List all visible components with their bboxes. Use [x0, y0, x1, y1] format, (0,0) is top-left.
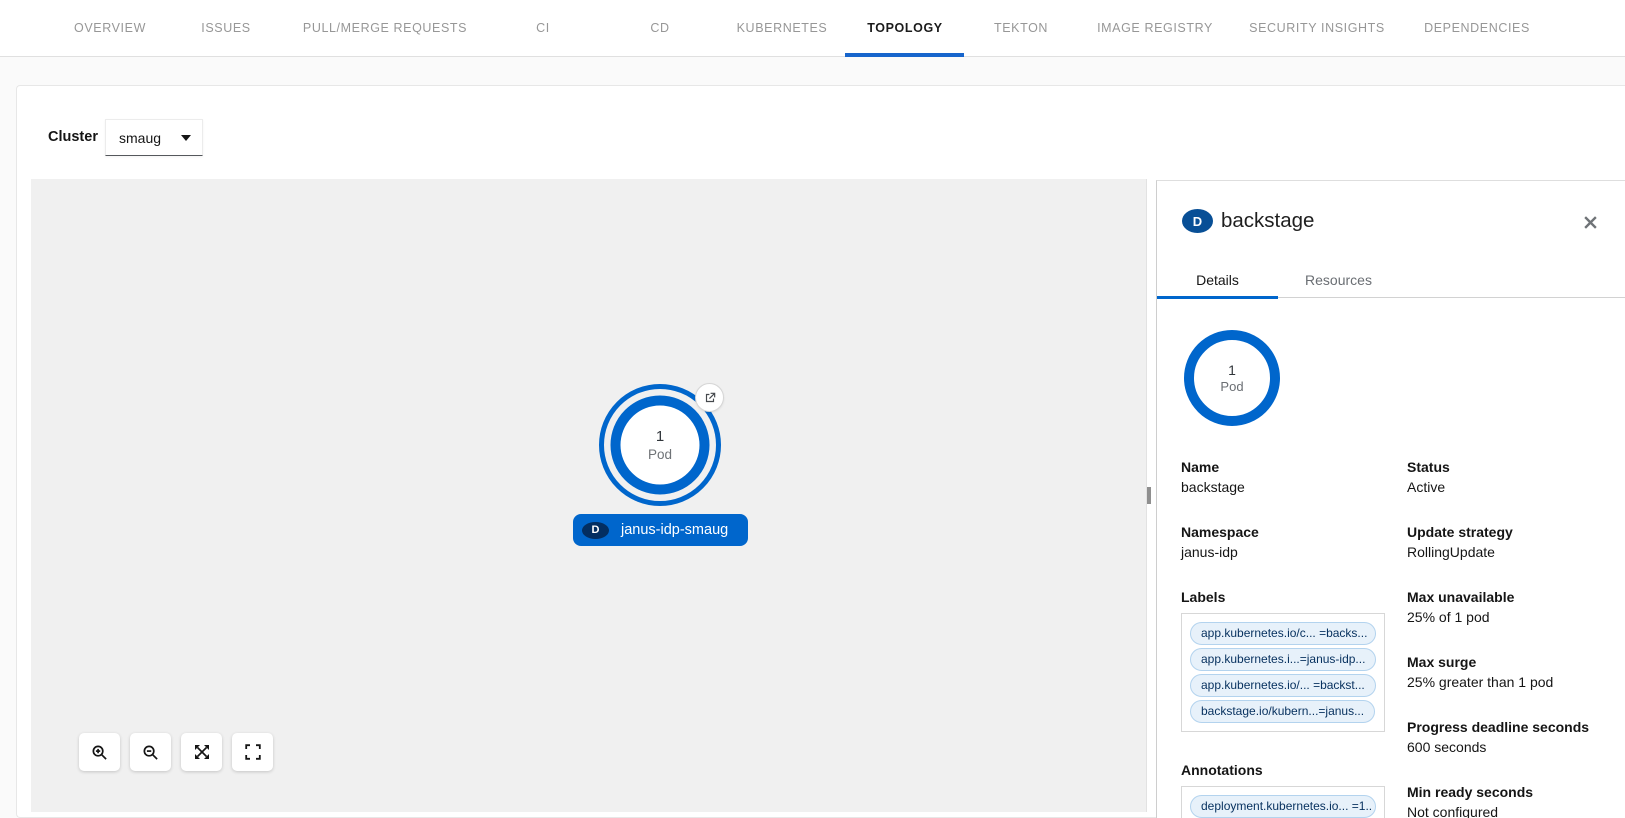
annotations-box: deployment.kubernetes.io... =1..	[1181, 786, 1385, 818]
pod-count: 1	[1228, 362, 1236, 379]
topology-control-bar	[79, 733, 273, 771]
field-value: 25% greater than 1 pod	[1407, 672, 1623, 692]
topology-page: OVERVIEW ISSUES PULL/MERGE REQUESTS CI C…	[0, 0, 1625, 818]
pod-unit: Pod	[1220, 379, 1243, 395]
field-label: Min ready seconds	[1407, 782, 1623, 802]
field-label: Namespace	[1181, 522, 1393, 542]
field-progress-deadline: Progress deadline seconds 600 seconds	[1407, 717, 1623, 757]
field-value: 25% of 1 pod	[1407, 607, 1623, 627]
active-tab-indicator	[845, 53, 964, 57]
field-value: janus-idp	[1181, 542, 1393, 562]
field-max-unavailable: Max unavailable 25% of 1 pod	[1407, 587, 1623, 627]
field-value: RollingUpdate	[1407, 542, 1623, 562]
tab-tekton[interactable]: TEKTON	[994, 0, 1048, 56]
field-update-strategy: Update strategy RollingUpdate	[1407, 522, 1623, 562]
field-value: Active	[1407, 477, 1623, 497]
tab-kubernetes[interactable]: KUBERNETES	[737, 0, 828, 56]
tab-topology[interactable]: TOPOLOGY	[867, 0, 942, 56]
field-name: Name backstage	[1181, 457, 1393, 497]
topology-canvas[interactable]: 1 Pod D janus-idp-smaug	[31, 179, 1147, 812]
external-link-icon	[703, 391, 717, 405]
node-name: janus-idp-smaug	[621, 522, 728, 538]
panel-title: backstage	[1221, 208, 1314, 234]
field-labels: Labels app.kubernetes.io/c... =backs... …	[1181, 587, 1393, 732]
field-value: Not configured	[1407, 802, 1623, 818]
label-chip: app.kubernetes.i...=janus-idp...	[1190, 648, 1376, 671]
field-label: Max unavailable	[1407, 587, 1623, 607]
fit-to-screen-button[interactable]	[181, 733, 222, 771]
fullscreen-button[interactable]	[232, 733, 273, 771]
field-annotations: Annotations deployment.kubernetes.io... …	[1181, 760, 1393, 818]
panel-resize-handle[interactable]	[1147, 487, 1151, 504]
fit-to-screen-icon	[194, 744, 210, 760]
details-column-left: Name backstage Namespace janus-idp Label…	[1181, 457, 1393, 818]
field-label: Name	[1181, 457, 1393, 477]
deployment-badge: D	[1182, 209, 1213, 233]
cluster-select[interactable]: smaug	[105, 119, 203, 156]
field-label: Max surge	[1407, 652, 1623, 672]
label-chip: backstage.io/kubern...=janus...	[1190, 700, 1375, 723]
zoom-out-button[interactable]	[130, 733, 171, 771]
open-url-decorator[interactable]	[695, 383, 724, 412]
field-min-ready-seconds: Min ready seconds Not configured	[1407, 782, 1623, 818]
tab-security-insights[interactable]: SECURITY INSIGHTS	[1249, 0, 1385, 56]
zoom-in-icon	[91, 744, 108, 761]
node-label[interactable]: D janus-idp-smaug	[573, 514, 748, 546]
panel-tab-bar: Details Resources	[1157, 261, 1625, 298]
field-label: Status	[1407, 457, 1623, 477]
tab-image-registry[interactable]: IMAGE REGISTRY	[1097, 0, 1213, 56]
field-max-surge: Max surge 25% greater than 1 pod	[1407, 652, 1623, 692]
pod-donut-center: 1 Pod	[1184, 330, 1280, 426]
details-side-panel: D backstage Details Resources 1 Pod Name…	[1156, 180, 1625, 818]
field-value: 600 seconds	[1407, 737, 1623, 757]
caret-down-icon	[181, 135, 191, 141]
cluster-label: Cluster	[48, 129, 98, 145]
zoom-in-button[interactable]	[79, 733, 120, 771]
deployment-badge: D	[582, 522, 609, 539]
close-icon	[1583, 215, 1598, 230]
field-namespace: Namespace janus-idp	[1181, 522, 1393, 562]
zoom-out-icon	[142, 744, 159, 761]
annotations-heading: Annotations	[1181, 760, 1393, 780]
tab-cd[interactable]: CD	[650, 0, 669, 56]
field-label: Update strategy	[1407, 522, 1623, 542]
entity-tab-bar: OVERVIEW ISSUES PULL/MERGE REQUESTS CI C…	[0, 0, 1625, 57]
label-chip: app.kubernetes.io/c... =backs...	[1190, 622, 1376, 645]
label-chip: app.kubernetes.io/... =backst...	[1190, 674, 1376, 697]
labels-heading: Labels	[1181, 587, 1393, 607]
tab-dependencies[interactable]: DEPENDENCIES	[1424, 0, 1530, 56]
panel-tab-resources[interactable]: Resources	[1278, 261, 1399, 298]
cluster-select-value: smaug	[119, 130, 161, 146]
field-status: Status Active	[1407, 457, 1623, 497]
tab-ci[interactable]: CI	[536, 0, 550, 56]
fullscreen-icon	[245, 744, 261, 760]
panel-tab-details[interactable]: Details	[1157, 261, 1278, 298]
field-label: Progress deadline seconds	[1407, 717, 1623, 737]
details-column-right: Status Active Update strategy RollingUpd…	[1407, 457, 1623, 818]
tab-issues[interactable]: ISSUES	[201, 0, 250, 56]
tab-pull-merge-requests[interactable]: PULL/MERGE REQUESTS	[303, 0, 467, 56]
close-panel-button[interactable]	[1579, 211, 1601, 233]
field-value: backstage	[1181, 477, 1393, 497]
annotation-chip: deployment.kubernetes.io... =1..	[1190, 795, 1376, 818]
labels-box: app.kubernetes.io/c... =backs... app.kub…	[1181, 613, 1385, 732]
tab-overview[interactable]: OVERVIEW	[74, 0, 146, 56]
